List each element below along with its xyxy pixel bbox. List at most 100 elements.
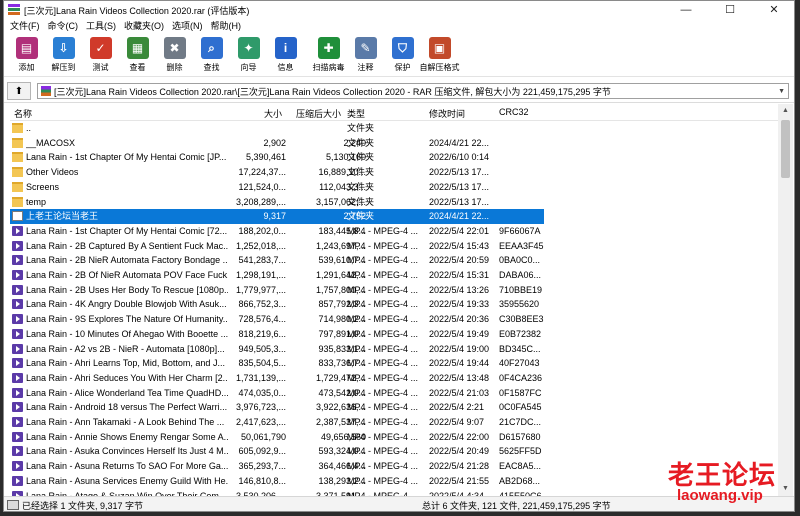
- file-crc: D6157680: [499, 431, 541, 442]
- file-size: 1,779,977,...: [235, 284, 286, 295]
- toolbar-button-add-archive[interactable]: ▤ 添加: [8, 34, 45, 76]
- video-file-icon: [12, 431, 23, 442]
- column-modified[interactable]: 修改时间: [429, 107, 465, 120]
- file-row[interactable]: Lana Rain - 2B Captured By A Sentient Fu…: [10, 239, 778, 254]
- file-row[interactable]: Lana Rain - Annie Shows Enemy Rengar Som…: [10, 430, 778, 445]
- toolbar-label: 查看: [129, 63, 146, 72]
- file-row[interactable]: Lana Rain - Atago & Suzan Win Over Their…: [10, 489, 778, 496]
- menu-commands[interactable]: 命令(C): [44, 19, 83, 34]
- file-row[interactable]: Lana Rain - Asuka Convinces Herself Its …: [10, 444, 778, 459]
- toolbar-button-view[interactable]: ▦ 查看: [119, 34, 156, 76]
- toolbar-button-virus-scan[interactable]: ✚ 扫描病毒: [310, 34, 347, 76]
- file-crc: 710BBE19: [499, 284, 543, 295]
- file-row[interactable]: Lana Rain - Ann Takamaki - A Look Behind…: [10, 415, 778, 430]
- file-row[interactable]: __MACOSX 2,902 2,240 文件夹 2024/4/21 22...: [10, 136, 778, 151]
- file-row[interactable]: Lana Rain - 2B Uses Her Body To Rescue […: [10, 283, 778, 298]
- column-type[interactable]: 类型: [347, 107, 365, 120]
- scroll-up-icon[interactable]: ▲: [778, 104, 793, 118]
- column-size[interactable]: 大小: [264, 107, 282, 120]
- file-crc: E0B72382: [499, 328, 542, 339]
- video-file-icon: [12, 240, 23, 251]
- file-type: MP4 - MPEG-4 ...: [347, 417, 419, 427]
- video-file-icon: [12, 270, 23, 280]
- minimize-button[interactable]: —: [664, 1, 708, 19]
- file-size: 835,504,5...: [238, 358, 286, 369]
- file-row[interactable]: Lana Rain - Asuna Returns To SAO For Mor…: [10, 459, 778, 474]
- file-name: Lana Rain - Asuka Convinces Herself Its …: [26, 446, 228, 457]
- maximize-button[interactable]: ☐: [708, 1, 752, 19]
- file-row[interactable]: Lana Rain - 1st Chapter Of My Hentai Com…: [10, 224, 778, 239]
- file-type: MP4 - MPEG-4 ...: [347, 343, 419, 354]
- toolbar-button-comment[interactable]: ✎ 注释: [347, 34, 384, 76]
- toolbar-button-wizard[interactable]: ✦ 向导: [230, 34, 267, 76]
- column-name[interactable]: 名称: [14, 107, 32, 120]
- file-row[interactable]: Lana Rain - Ahri Learns Top, Mid, Bottom…: [10, 356, 778, 371]
- toolbar: ▤ 添加 ⇩ 解压到 ✓ 测试 ▦ 查看 ✖ 删除 ⌕ 查找 ✦ 向导 i 信息 ✚ 扫描病毒 ✎ 注释 ⛉ 保护 ▣ 自解压…: [4, 34, 794, 77]
- file-type: MP4 - MPEG-4 ...: [347, 328, 419, 339]
- vertical-scrollbar[interactable]: ▲ ▼: [778, 104, 793, 496]
- file-row[interactable]: Lana Rain - 9S Explores The Nature Of Hu…: [10, 312, 778, 327]
- file-row[interactable]: Lana Rain - 1st Chapter Of My Hentai Com…: [10, 150, 778, 165]
- toolbar-button-sfx[interactable]: ▣ 自解压格式: [420, 34, 460, 76]
- file-row[interactable]: .. 文件夹: [10, 121, 778, 136]
- folder-icon: [12, 211, 23, 222]
- menu-help[interactable]: 帮助(H): [207, 19, 246, 34]
- status-selection: 已经选择 1 文件夹, 9,317 字节: [22, 500, 144, 511]
- file-type: MP4 - MPEG-4 ...: [347, 387, 419, 398]
- column-crc[interactable]: CRC32: [499, 107, 529, 117]
- file-type: 文件夹: [347, 167, 375, 178]
- file-row[interactable]: temp 3,208,289,... 3,157,062,... 文件夹 2022/5/…: [10, 195, 778, 210]
- scroll-down-icon[interactable]: ▼: [778, 482, 793, 496]
- file-list[interactable]: .. 文件夹 __MACOSX 2,902 2,240 文件夹 2024/4/21 22..…: [10, 121, 778, 496]
- file-row[interactable]: Lana Rain - A2 vs 2B - NieR - Automata […: [10, 342, 778, 357]
- file-row[interactable]: Lana Rain - Alice Wonderland Tea Time Qu…: [10, 386, 778, 401]
- file-row[interactable]: 上老王论坛当老王 9,317 2,752 文件夹 2024/4/21 22...: [10, 209, 778, 224]
- file-name: Lana Rain - 9S Explores The Nature Of Hu…: [26, 314, 228, 325]
- toolbar-label: 测试: [92, 63, 109, 72]
- menu-file[interactable]: 文件(F): [6, 19, 44, 34]
- file-row[interactable]: Lana Rain - Android 18 versus The Perfec…: [10, 400, 778, 415]
- file-size: 365,293,7...: [238, 461, 286, 472]
- file-row[interactable]: Lana Rain - Asuna Services Enemy Guild W…: [10, 474, 778, 489]
- file-type: 文件夹: [347, 196, 375, 207]
- scroll-thumb[interactable]: [781, 120, 790, 178]
- file-type: MP4 - MPEG-4 ...: [347, 255, 419, 266]
- status-total: 总计 6 文件夹, 121 文件, 221,459,175,295 字节: [422, 500, 611, 511]
- column-packed[interactable]: 压缩后大小: [296, 107, 341, 120]
- toolbar-button-delete[interactable]: ✖ 删除: [156, 34, 193, 76]
- video-file-icon: [12, 343, 23, 354]
- file-crc: 9F66067A: [499, 225, 541, 236]
- chevron-down-icon[interactable]: ▼: [778, 88, 785, 95]
- file-type: MP4 - MPEG-4 ...: [347, 446, 419, 457]
- file-modified: 2022/5/4 15:43: [429, 240, 490, 251]
- file-row[interactable]: Lana Rain - 2B Of NieR Automata POV Face…: [10, 268, 778, 283]
- toolbar-label: 扫描病毒: [312, 63, 345, 72]
- video-file-icon: [12, 475, 23, 486]
- video-file-icon: [12, 446, 23, 457]
- menu-favorites[interactable]: 收藏夹(O): [120, 19, 168, 34]
- file-name: Lana Rain - 2B NieR Automata Factory Bon…: [26, 255, 228, 266]
- toolbar-button-info[interactable]: i 信息: [267, 34, 304, 76]
- menu-options[interactable]: 选项(N): [168, 19, 207, 34]
- view-icon: ▦: [126, 37, 149, 59]
- toolbar-button-test[interactable]: ✓ 测试: [82, 34, 119, 76]
- file-name: Screens: [26, 181, 60, 192]
- path-field[interactable]: [三次元]Lana Rain Videos Collection 2020.ra…: [37, 83, 789, 99]
- toolbar-button-protect[interactable]: ⛉ 保护: [384, 34, 421, 76]
- path-text: [三次元]Lana Rain Videos Collection 2020.ra…: [54, 86, 611, 97]
- file-row[interactable]: Lana Rain - 10 Minutes Of Ahegao With Bo…: [10, 327, 778, 342]
- menu-tools[interactable]: 工具(S): [82, 19, 120, 34]
- file-row[interactable]: Screens 121,524,0... 112,043,3... 文件夹 2022/5…: [10, 180, 778, 195]
- file-name: Lana Rain - Android 18 versus The Perfec…: [26, 402, 228, 413]
- file-row[interactable]: Other Videos 17,224,37... 16,889,10... 文件夹 2…: [10, 165, 778, 180]
- file-row[interactable]: Lana Rain - 4K Angry Double Blowjob With…: [10, 297, 778, 312]
- file-size: 188,202,0...: [238, 225, 286, 236]
- up-folder-button[interactable]: ⬆: [7, 82, 31, 100]
- file-row[interactable]: Lana Rain - Ahri Seduces You With Her Ch…: [10, 371, 778, 386]
- file-row[interactable]: Lana Rain - 2B NieR Automata Factory Bon…: [10, 253, 778, 268]
- toolbar-button-find[interactable]: ⌕ 查找: [193, 34, 230, 76]
- sfx-icon: ▣: [428, 37, 451, 59]
- close-button[interactable]: ✕: [752, 1, 794, 19]
- toolbar-button-extract-to[interactable]: ⇩ 解压到: [45, 34, 82, 76]
- file-crc: 21C7DC...: [499, 417, 542, 427]
